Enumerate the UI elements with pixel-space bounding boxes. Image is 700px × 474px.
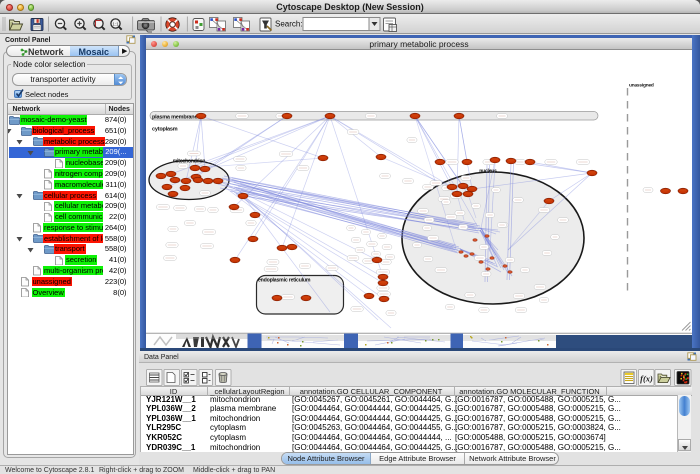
svg-text:f(x): f(x) [640, 373, 653, 383]
svg-text:Search:: Search: [275, 20, 303, 29]
svg-text:cytoplasm: cytoplasm [152, 127, 178, 133]
svg-text:endoplasmic reticulum: endoplasmic reticulum [258, 278, 311, 284]
svg-text:1:1: 1:1 [112, 22, 119, 27]
svg-text:nucleus: nucleus [479, 169, 497, 175]
svg-text:plasma membrane: plasma membrane [152, 114, 197, 120]
svg-text:mitochondrion: mitochondrion [173, 159, 206, 165]
svg-text:unassigned: unassigned [629, 83, 654, 89]
